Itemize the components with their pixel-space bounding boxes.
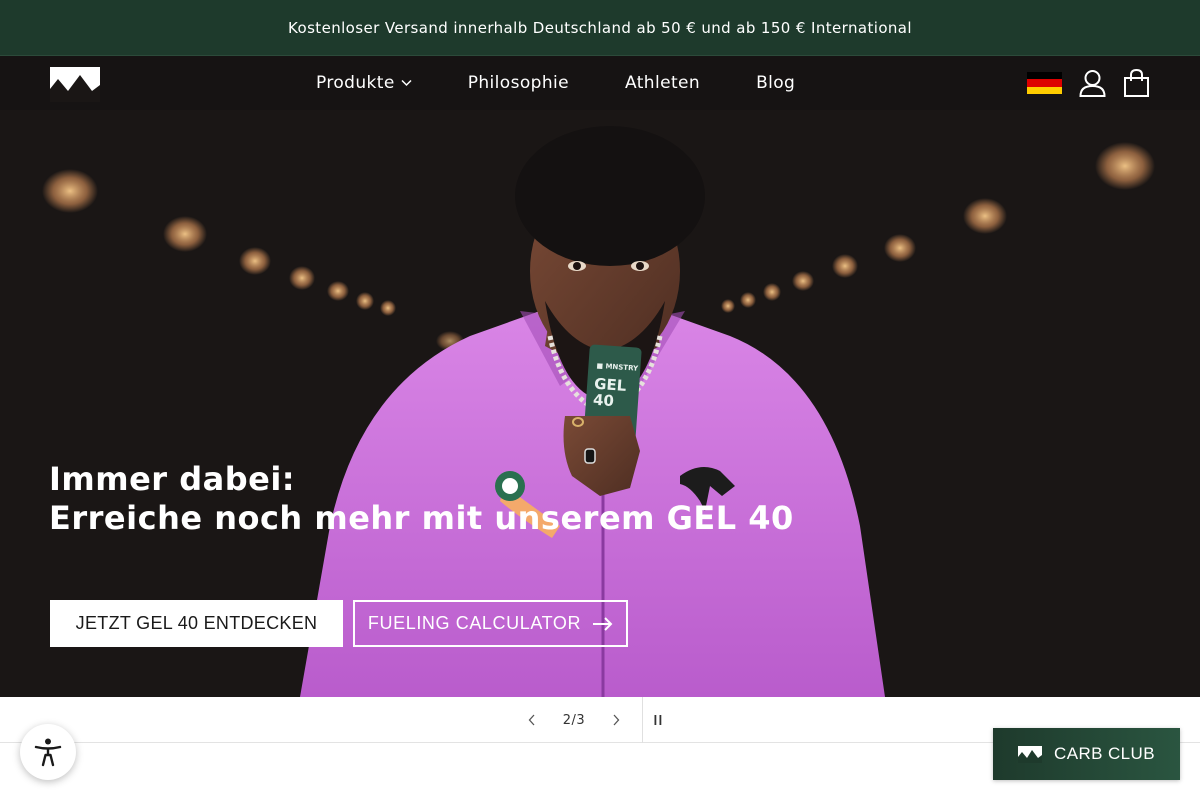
- fueling-calculator-button[interactable]: FUELING CALCULATOR: [353, 600, 628, 647]
- germany-flag-icon[interactable]: [1027, 72, 1062, 94]
- arrow-right-icon: [593, 616, 613, 631]
- hero-heading: Immer dabei: Erreiche noch mehr mit unse…: [49, 460, 794, 538]
- chevron-down-icon: [401, 79, 412, 87]
- logo-mountain-icon[interactable]: [50, 67, 100, 102]
- account-icon[interactable]: [1079, 69, 1106, 97]
- next-slide-button[interactable]: [594, 697, 638, 743]
- pause-icon: [654, 715, 662, 725]
- fueling-calculator-label: FUELING CALCULATOR: [367, 613, 582, 633]
- nav-item-produkte[interactable]: Produkte: [316, 73, 412, 93]
- nav-item-philosophie[interactable]: Philosophie: [468, 73, 569, 93]
- logo-mountain-icon: [1018, 745, 1043, 763]
- hero-heading-line1: Immer dabei:: [49, 460, 296, 498]
- nav-item-label: Produkte: [316, 73, 395, 93]
- nav-item-label: Philosophie: [467, 73, 569, 93]
- main-nav: Produkte Philosophie Athleten Blog: [316, 56, 851, 110]
- chevron-right-icon: [613, 714, 620, 726]
- announcement-bar: Kostenloser Versand innerhalb Deutschlan…: [0, 0, 1200, 56]
- header-actions: [1027, 69, 1150, 97]
- nav-item-blog[interactable]: Blog: [756, 73, 795, 93]
- discover-gel-label: JETZT GEL 40 ENTDECKEN: [75, 613, 318, 633]
- hero-heading-line2: Erreiche noch mehr mit unserem GEL 40: [49, 499, 794, 537]
- slide-counter: 2/3: [562, 712, 586, 728]
- carb-club-button[interactable]: CARB CLUB: [993, 728, 1180, 780]
- svg-text:40: 40: [592, 391, 614, 410]
- site-header: Produkte Philosophie Athleten Blog: [0, 56, 1200, 110]
- announcement-text: Kostenloser Versand innerhalb Deutschlan…: [288, 18, 912, 37]
- nav-item-label: Blog: [756, 73, 796, 93]
- nav-item-athleten[interactable]: Athleten: [625, 73, 700, 93]
- previous-slide-button[interactable]: [510, 697, 554, 743]
- carb-club-label: CARB CLUB: [1054, 744, 1155, 763]
- chevron-left-icon: [528, 714, 535, 726]
- accessibility-icon: [34, 738, 62, 767]
- pause-slideshow-button[interactable]: [643, 697, 673, 743]
- nav-item-label: Athleten: [625, 73, 701, 93]
- discover-gel-button[interactable]: JETZT GEL 40 ENTDECKEN: [50, 600, 343, 647]
- cart-icon[interactable]: [1123, 69, 1150, 97]
- accessibility-button[interactable]: [20, 724, 76, 780]
